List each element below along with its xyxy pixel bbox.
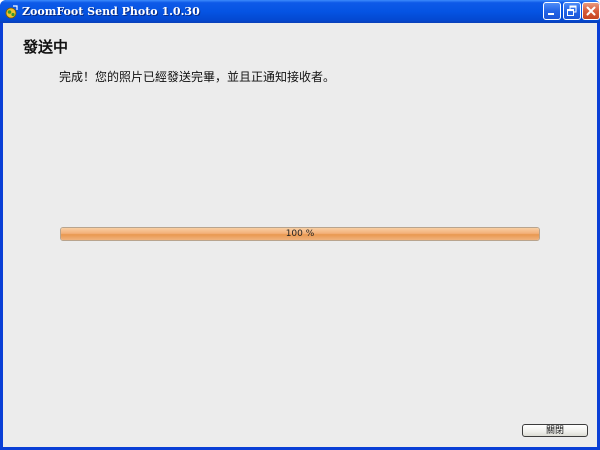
- page-title: 發送中: [23, 38, 69, 56]
- restore-icon: [567, 5, 577, 16]
- close-button[interactable]: 關閉: [522, 424, 588, 437]
- title-bar[interactable]: ZoomFoot Send Photo 1.0.30: [0, 0, 600, 23]
- app-window: ZoomFoot Send Photo 1.0.30 發送中 完成！您的照片已經…: [0, 0, 600, 450]
- restore-button[interactable]: [563, 2, 581, 20]
- close-icon: [586, 6, 596, 16]
- window-title: ZoomFoot Send Photo 1.0.30: [22, 5, 200, 18]
- close-window-button[interactable]: [582, 2, 600, 20]
- app-icon: [4, 4, 19, 19]
- status-message: 完成！您的照片已經發送完畢，並且正通知接收者。: [59, 70, 336, 84]
- progress-bar: 100 %: [60, 227, 540, 241]
- window-content: 發送中 完成！您的照片已經發送完畢，並且正通知接收者。 100 % 關閉: [3, 23, 597, 447]
- minimize-button[interactable]: [543, 2, 561, 20]
- minimize-icon: [548, 13, 554, 15]
- progress-label: 100 %: [285, 229, 315, 239]
